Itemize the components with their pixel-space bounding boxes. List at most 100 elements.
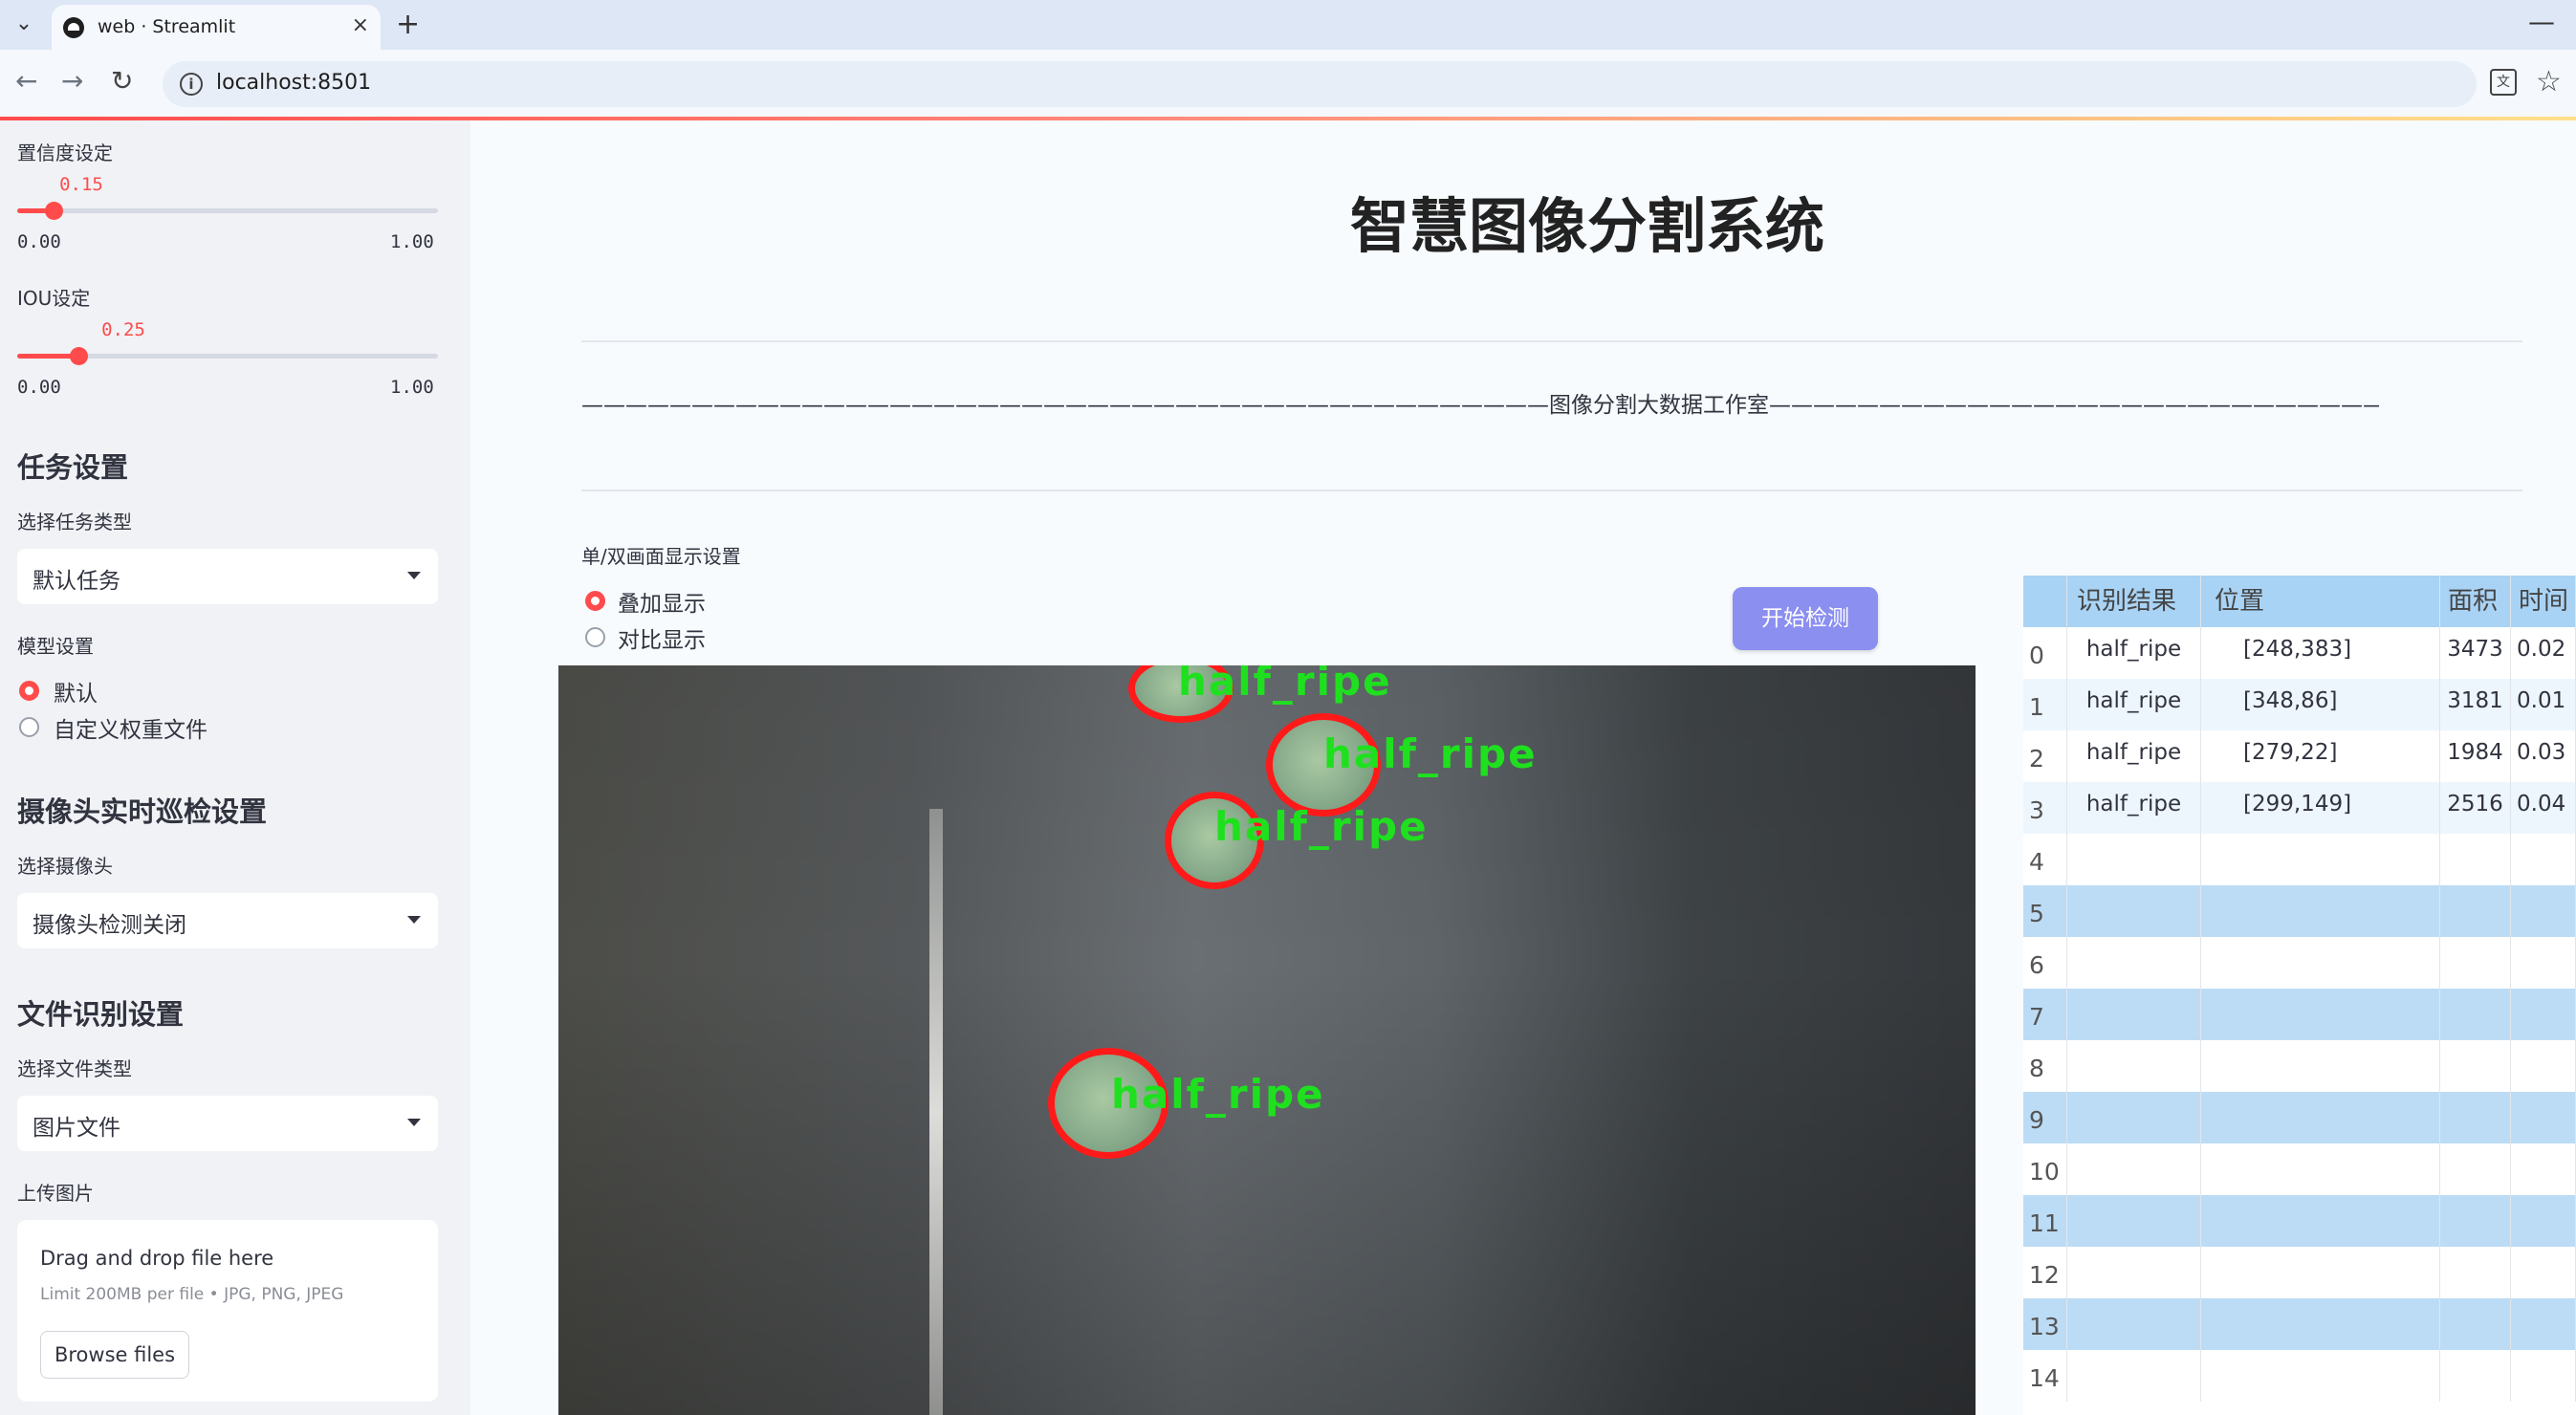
table-cell: 2516: [2440, 782, 2511, 834]
iou-slider[interactable]: [17, 347, 438, 365]
streamlit-favicon-icon: [63, 17, 84, 38]
table-cell: [2067, 834, 2201, 885]
table-row[interactable]: 2 half_ripe [279,22] 1984 0.03: [2023, 730, 2576, 782]
table-cell: [2440, 1143, 2511, 1195]
browser-tab[interactable]: web · Streamlit ×: [52, 5, 381, 50]
table-cell: 0.04: [2511, 782, 2576, 834]
table-row[interactable]: 6: [2023, 937, 2576, 989]
table-cell: [2511, 937, 2576, 989]
table-cell: 0.03: [2511, 730, 2576, 782]
minimize-window-icon[interactable]: —: [2528, 6, 2555, 37]
table-cell: [2201, 1040, 2440, 1092]
table-cell: [2440, 1195, 2511, 1247]
table-cell: [2067, 885, 2201, 937]
table-row[interactable]: 0 half_ripe [248,383] 3473 0.02: [2023, 627, 2576, 679]
table-cell: [2201, 937, 2440, 989]
table-row[interactable]: 1 half_ripe [348,86] 3181 0.01: [2023, 679, 2576, 730]
table-row[interactable]: 9: [2023, 1092, 2576, 1143]
new-tab-icon[interactable]: +: [396, 8, 420, 41]
display-option-compare[interactable]: 对比显示: [618, 621, 706, 654]
iou-min: 0.00: [17, 377, 61, 398]
model-option-custom[interactable]: 自定义权重文件: [54, 711, 207, 744]
results-table[interactable]: 识别结果 位置 面积 时间 0 half_ripe [248,383] 3473 0.02 1 ha…: [2023, 576, 2576, 1415]
display-radio-compare[interactable]: [585, 627, 605, 647]
url-text[interactable]: localhost:8501: [216, 71, 371, 95]
table-header-cell[interactable]: [2023, 576, 2067, 627]
table-header-cell[interactable]: 位置: [2201, 576, 2440, 627]
table-cell: half_ripe: [2067, 782, 2201, 834]
detection-label: half_ripe: [1214, 803, 1429, 850]
divider: [581, 340, 2522, 342]
table-row[interactable]: 7: [2023, 989, 2576, 1040]
task-section-heading: 任务设置: [17, 451, 129, 484]
camera-select[interactable]: 摄像头检测关闭: [17, 893, 438, 948]
studio-banner: ————————————————————————————————————————…: [581, 393, 2379, 418]
table-row[interactable]: 13: [2023, 1298, 2576, 1350]
reload-icon[interactable]: ↻: [111, 65, 133, 97]
iou-label: IOU设定: [17, 287, 91, 310]
display-option-overlay[interactable]: 叠加显示: [618, 585, 706, 618]
url-field[interactable]: i localhost:8501: [163, 61, 2477, 107]
chevron-down-icon: [407, 1119, 421, 1126]
camera-label: 选择摄像头: [17, 855, 113, 878]
table-row[interactable]: 8: [2023, 1040, 2576, 1092]
translate-icon[interactable]: 文: [2490, 69, 2517, 96]
table-cell: [2440, 1298, 2511, 1350]
table-row[interactable]: 14: [2023, 1350, 2576, 1402]
table-cell: [2201, 885, 2440, 937]
table-header-cell[interactable]: 时间: [2511, 576, 2576, 627]
table-cell: [2201, 1247, 2440, 1298]
table-row[interactable]: 12: [2023, 1247, 2576, 1298]
divider: [581, 490, 2522, 491]
file-type-label: 选择文件类型: [17, 1057, 132, 1080]
display-radio-overlay[interactable]: [585, 591, 605, 611]
table-cell: half_ripe: [2067, 627, 2201, 679]
sidebar: 置信度设定 0.15 0.00 1.00 IOU设定 0.25 0.00 1.0…: [0, 120, 470, 1415]
chevron-down-icon: [407, 916, 421, 924]
iou-slider-thumb[interactable]: [69, 347, 88, 365]
row-index: 6: [2023, 937, 2067, 989]
file-uploader-dropzone[interactable]: Drag and drop file here Limit 200MB per …: [17, 1220, 438, 1402]
table-cell: [2440, 1040, 2511, 1092]
camera-value: 摄像头检测关闭: [33, 913, 186, 938]
bookmark-star-icon[interactable]: ☆: [2536, 65, 2562, 98]
table-header-cell[interactable]: 面积: [2440, 576, 2511, 627]
forward-icon[interactable]: →: [61, 65, 83, 97]
table-row[interactable]: 4: [2023, 834, 2576, 885]
chevron-down-icon: [407, 572, 421, 579]
row-index: 1: [2023, 679, 2067, 730]
row-index: 14: [2023, 1350, 2067, 1402]
table-row[interactable]: 11: [2023, 1195, 2576, 1247]
table-cell: [2201, 1350, 2440, 1402]
row-index: 9: [2023, 1092, 2067, 1143]
table-cell: [2511, 885, 2576, 937]
model-radio-custom[interactable]: [19, 717, 39, 737]
start-detection-button[interactable]: 开始检测: [1733, 587, 1878, 650]
table-cell: [2511, 989, 2576, 1040]
tab-close-icon[interactable]: ×: [352, 13, 369, 37]
model-radio-default[interactable]: [19, 681, 39, 701]
row-index: 2: [2023, 730, 2067, 782]
file-type-select[interactable]: 图片文件: [17, 1096, 438, 1151]
table-header-cell[interactable]: 识别结果: [2067, 576, 2201, 627]
model-option-default[interactable]: 默认: [54, 675, 98, 708]
browser-tab-bar: ⌄ web · Streamlit × + —: [0, 0, 2576, 50]
table-cell: half_ripe: [2067, 679, 2201, 730]
table-row[interactable]: 10: [2023, 1143, 2576, 1195]
task-type-select[interactable]: 默认任务: [17, 549, 438, 604]
table-cell: [2201, 1092, 2440, 1143]
detection-label: half_ripe: [1111, 1071, 1325, 1118]
confidence-label: 置信度设定: [17, 142, 113, 164]
upload-dropzone-title: Drag and drop file here: [40, 1247, 274, 1270]
tab-search-icon[interactable]: ⌄: [8, 10, 40, 40]
back-icon[interactable]: ←: [15, 65, 37, 97]
table-cell: half_ripe: [2067, 730, 2201, 782]
table-cell: 3473: [2440, 627, 2511, 679]
table-cell: [2440, 1092, 2511, 1143]
table-row[interactable]: 5: [2023, 885, 2576, 937]
segmentation-result-image: half_ripe half_ripe half_ripe half_ripe: [558, 665, 1976, 1415]
table-cell: [348,86]: [2201, 679, 2440, 730]
browse-files-button[interactable]: Browse files: [40, 1331, 189, 1379]
table-row[interactable]: 3 half_ripe [299,149] 2516 0.04: [2023, 782, 2576, 834]
site-info-icon[interactable]: i: [180, 73, 203, 96]
